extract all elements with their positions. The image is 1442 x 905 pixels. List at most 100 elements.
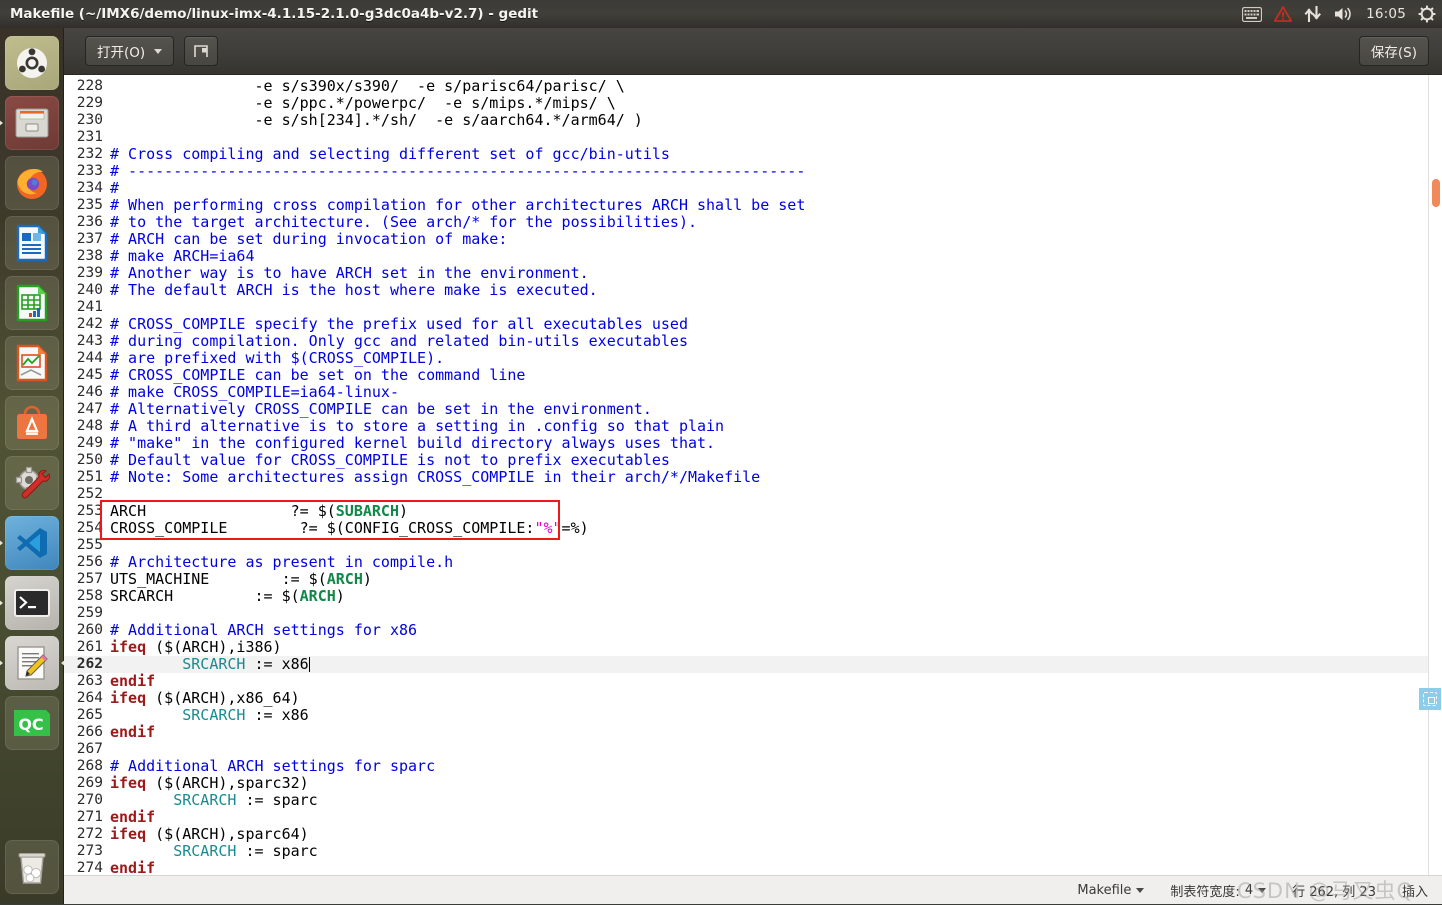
code-text: endif	[110, 860, 1442, 875]
code-line[interactable]: 240# The default ARCH is the host where …	[64, 282, 1442, 299]
code-line[interactable]: 234#	[64, 180, 1442, 197]
line-number: 246	[64, 384, 110, 401]
launcher-item-files[interactable]	[5, 96, 59, 150]
clock[interactable]: 16:05	[1366, 0, 1406, 28]
open-button[interactable]: 打开(O)	[85, 36, 174, 66]
code-text: CROSS_COMPILE ?= $(CONFIG_CROSS_COMPILE:…	[110, 520, 1442, 537]
launcher-item-firefox[interactable]	[5, 156, 59, 210]
code-line[interactable]: 269ifeq ($(ARCH),sparc32)	[64, 775, 1442, 792]
launcher-item-dash-home[interactable]	[5, 36, 59, 90]
code-line[interactable]: 231	[64, 129, 1442, 146]
warning-indicator-icon[interactable]	[1274, 0, 1292, 28]
code-line[interactable]: 248# A third alternative is to store a s…	[64, 418, 1442, 435]
code-line[interactable]: 249# "make" in the configured kernel bui…	[64, 435, 1442, 452]
code-line[interactable]: 263endif	[64, 673, 1442, 690]
launcher-item-trash[interactable]	[5, 840, 59, 894]
code-line[interactable]: 244# are prefixed with $(CROSS_COMPILE).	[64, 350, 1442, 367]
save-button[interactable]: 保存(S)	[1359, 36, 1429, 66]
code-line[interactable]: 266endif	[64, 724, 1442, 741]
line-number: 237	[64, 231, 110, 248]
launcher-item-vscode[interactable]	[5, 516, 59, 570]
code-line[interactable]: 261ifeq ($(ARCH),i386)	[64, 639, 1442, 656]
code-line[interactable]: 232# Cross compiling and selecting diffe…	[64, 146, 1442, 163]
code-line[interactable]: 250# Default value for CROSS_COMPILE is …	[64, 452, 1442, 469]
line-number: 274	[64, 860, 110, 875]
code-line[interactable]: 245# CROSS_COMPILE can be set on the com…	[64, 367, 1442, 384]
editor-area[interactable]: 228 -e s/s390x/s390/ -e s/parisc64/paris…	[64, 75, 1442, 875]
code-line[interactable]: 228 -e s/s390x/s390/ -e s/parisc64/paris…	[64, 78, 1442, 95]
code-line[interactable]: 260# Additional ARCH settings for x86	[64, 622, 1442, 639]
code-line[interactable]: 236# to the target architecture. (See ar…	[64, 214, 1442, 231]
line-number: 262	[64, 656, 110, 673]
vertical-scrollbar[interactable]	[1428, 75, 1442, 875]
code-line[interactable]: 259	[64, 605, 1442, 622]
code-line[interactable]: 246# make CROSS_COMPILE=ia64-linux-	[64, 384, 1442, 401]
new-tab-button[interactable]	[184, 36, 218, 66]
writer-document-icon	[15, 224, 49, 262]
code-line[interactable]: 229 -e s/ppc.*/powerpc/ -e s/mips.*/mips…	[64, 95, 1442, 112]
chevron-down-icon	[1136, 888, 1144, 893]
code-text: ifeq ($(ARCH),sparc64)	[110, 826, 1442, 843]
code-line[interactable]: 243# during compilation. Only gcc and re…	[64, 333, 1442, 350]
launcher-item-libreoffice-impress[interactable]	[5, 336, 59, 390]
code-line[interactable]: 274endif	[64, 860, 1442, 875]
launcher-item-gedit[interactable]	[5, 636, 59, 690]
code-text: ifeq ($(ARCH),sparc32)	[110, 775, 1442, 792]
code-line[interactable]: 254CROSS_COMPILE ?= $(CONFIG_CROSS_COMPI…	[64, 520, 1442, 537]
launcher-item-libreoffice-calc[interactable]	[5, 276, 59, 330]
session-indicator-icon[interactable]	[1418, 0, 1436, 28]
gear-wrench-icon	[13, 466, 51, 500]
network-indicator-icon[interactable]	[1304, 0, 1322, 28]
launcher-item-terminal[interactable]	[5, 576, 59, 630]
indicator-area: 16:05	[1242, 0, 1436, 28]
code-text: #	[110, 180, 1442, 197]
code-line[interactable]: 238# make ARCH=ia64	[64, 248, 1442, 265]
code-line[interactable]: 255	[64, 537, 1442, 554]
language-label: Makefile	[1077, 883, 1131, 898]
code-line[interactable]: 271endif	[64, 809, 1442, 826]
code-line[interactable]: 264ifeq ($(ARCH),x86_64)	[64, 690, 1442, 707]
volume-indicator-icon[interactable]	[1334, 0, 1354, 28]
code-line[interactable]: 253ARCH ?= $(SUBARCH)	[64, 503, 1442, 520]
line-number: 273	[64, 843, 110, 860]
code-line[interactable]: 237# ARCH can be set during invocation o…	[64, 231, 1442, 248]
code-line[interactable]: 273 SRCARCH := sparc	[64, 843, 1442, 860]
code-line[interactable]: 265 SRCARCH := x86	[64, 707, 1442, 724]
code-line[interactable]: 239# Another way is to have ARCH set in …	[64, 265, 1442, 282]
source-view[interactable]: 228 -e s/s390x/s390/ -e s/parisc64/paris…	[64, 75, 1442, 875]
code-line[interactable]: 235# When performing cross compilation f…	[64, 197, 1442, 214]
code-line[interactable]: 262 SRCARCH := x86	[64, 656, 1442, 673]
insert-mode: 插入	[1402, 881, 1428, 900]
code-text: ARCH ?= $(SUBARCH)	[110, 503, 1442, 520]
code-line[interactable]: 251# Note: Some architectures assign CRO…	[64, 469, 1442, 486]
code-line[interactable]: 242# CROSS_COMPILE specify the prefix us…	[64, 316, 1442, 333]
scrollbar-thumb[interactable]	[1432, 179, 1440, 207]
tab-width-selector[interactable]: 制表符宽度: 4	[1170, 881, 1266, 900]
code-line[interactable]: 256# Architecture as present in compile.…	[64, 554, 1442, 571]
code-line[interactable]: 257UTS_MACHINE := $(ARCH)	[64, 571, 1442, 588]
impress-presentation-icon	[15, 344, 49, 382]
gedit-icon	[15, 645, 49, 681]
terminal-icon	[13, 588, 51, 618]
keyboard-indicator-icon[interactable]	[1242, 0, 1262, 28]
code-line[interactable]: 230 -e s/sh[234].*/sh/ -e s/aarch64.*/ar…	[64, 112, 1442, 129]
code-line[interactable]: 233# -----------------------------------…	[64, 163, 1442, 180]
launcher-item-libreoffice-writer[interactable]	[5, 216, 59, 270]
input-method-indicator[interactable]	[1419, 688, 1441, 710]
code-line[interactable]: 267	[64, 741, 1442, 758]
launcher-item-ubuntu-software[interactable]	[5, 396, 59, 450]
line-number: 254	[64, 520, 110, 537]
code-line[interactable]: 272ifeq ($(ARCH),sparc64)	[64, 826, 1442, 843]
code-line[interactable]: 270 SRCARCH := sparc	[64, 792, 1442, 809]
language-selector[interactable]: Makefile	[1077, 883, 1144, 898]
code-line[interactable]: 258SRCARCH := $(ARCH)	[64, 588, 1442, 605]
code-line[interactable]: 268# Additional ARCH settings for sparc	[64, 758, 1442, 775]
line-number: 263	[64, 673, 110, 690]
code-text: # CROSS_COMPILE can be set on the comman…	[110, 367, 1442, 384]
code-line[interactable]: 252	[64, 486, 1442, 503]
launcher-item-system-settings[interactable]	[5, 456, 59, 510]
code-line[interactable]: 241	[64, 299, 1442, 316]
code-line[interactable]: 247# Alternatively CROSS_COMPILE can be …	[64, 401, 1442, 418]
code-text: # during compilation. Only gcc and relat…	[110, 333, 1442, 350]
launcher-item-qt-creator[interactable]: QC	[5, 696, 59, 750]
